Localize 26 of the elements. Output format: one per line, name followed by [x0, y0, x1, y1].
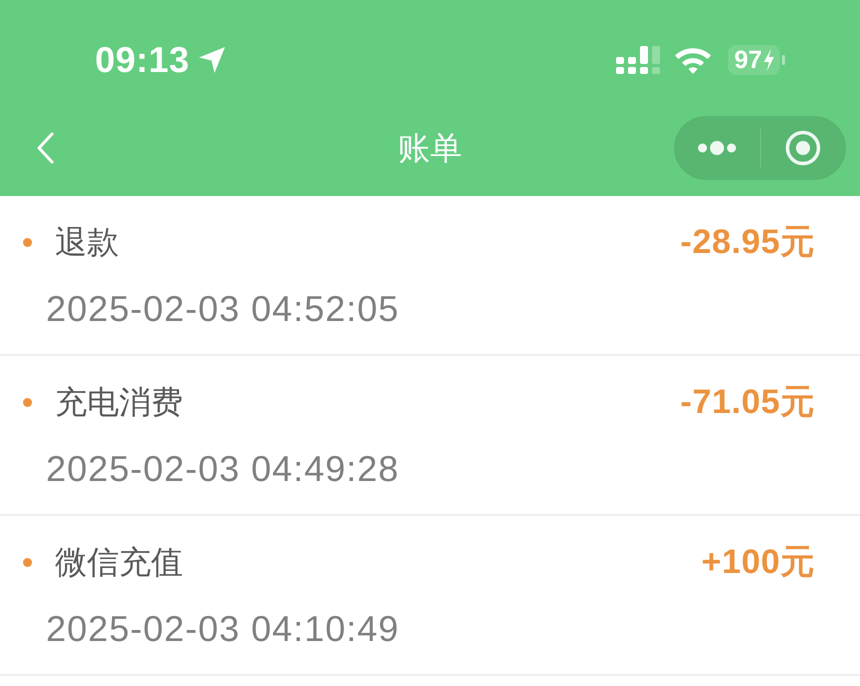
status-time: 09:13 [95, 40, 190, 80]
bill-item[interactable]: 微信充值 +100元 2025-02-03 04:10:49 [0, 516, 860, 676]
wifi-icon [674, 46, 712, 74]
bill-item[interactable]: 退款 -28.95元 2025-02-03 04:52:05 [0, 196, 860, 356]
bill-title: 微信充值 [55, 543, 184, 582]
more-dots-icon [698, 140, 736, 156]
location-arrow-icon [198, 46, 226, 74]
lightning-bolt-icon [763, 49, 775, 71]
battery-cap-icon [782, 55, 785, 65]
back-chevron-icon [36, 132, 54, 164]
bill-time: 2025-02-03 04:52:05 [46, 287, 400, 331]
bill-amount: -71.05元 [680, 382, 815, 422]
bill-time: 2025-02-03 04:49:28 [46, 447, 400, 491]
bullet-dot-icon [23, 398, 32, 406]
bill-time: 2025-02-03 04:10:49 [46, 607, 400, 651]
bill-amount: +100元 [701, 542, 815, 582]
signal-icon [616, 46, 660, 74]
page-title: 账单 [398, 129, 462, 168]
target-circle-icon [785, 130, 822, 166]
bill-amount: -28.95元 [680, 222, 815, 262]
bullet-dot-icon [23, 558, 32, 566]
bill-title: 充电消费 [55, 383, 184, 422]
bill-item[interactable]: 充电消费 -71.05元 2025-02-03 04:49:28 [0, 356, 860, 516]
bill-title: 退款 [55, 223, 120, 262]
bullet-dot-icon [23, 238, 32, 246]
battery-percent: 97 [734, 45, 762, 75]
